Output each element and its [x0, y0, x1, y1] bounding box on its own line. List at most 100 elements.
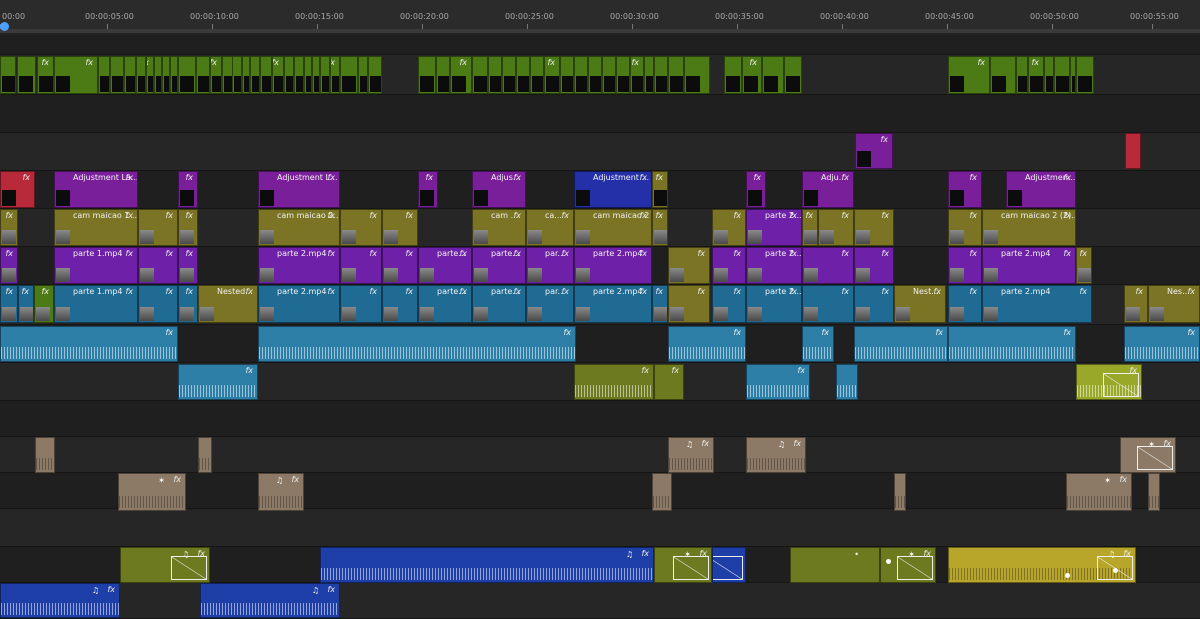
keyframe-dot[interactable]: [1065, 573, 1070, 578]
timeline-clip[interactable]: [368, 56, 382, 94]
timeline-clip[interactable]: fx: [948, 247, 982, 284]
fade-keyframe-graph[interactable]: [897, 556, 933, 580]
audio-clip[interactable]: [836, 364, 858, 400]
audio-clip[interactable]: fx: [0, 326, 178, 362]
fade-keyframe-graph[interactable]: [171, 556, 207, 580]
timeline-clip[interactable]: [312, 56, 320, 94]
timeline-clip[interactable]: fx: [18, 285, 34, 323]
timeline-clip[interactable]: fx: [668, 247, 710, 284]
timeline-clip[interactable]: fx: [138, 285, 178, 323]
fade-keyframe-graph[interactable]: [1103, 373, 1139, 397]
timeline-clip[interactable]: cam ... fx: [472, 209, 526, 246]
timeline-clip[interactable]: [488, 56, 502, 94]
timeline-clip[interactable]: parte 1.mp4 fx: [54, 247, 138, 284]
timeline-clip[interactable]: [124, 56, 136, 94]
timeline-clip[interactable]: fx: [178, 247, 198, 284]
timeline-clip[interactable]: fx: [138, 247, 178, 284]
audio-clip[interactable]: fx: [668, 326, 746, 362]
audio-clip[interactable]: fx ♫: [668, 437, 714, 473]
timeline-clip[interactable]: [162, 56, 170, 94]
timeline-clip[interactable]: [250, 56, 260, 94]
timeline-clip[interactable]: parte 2.mp4 fx: [982, 247, 1076, 284]
audio-clip[interactable]: [894, 473, 906, 511]
playhead-handle[interactable]: [0, 22, 9, 31]
audio-clip[interactable]: [35, 437, 55, 473]
timeline-clip[interactable]: fx: [210, 56, 222, 94]
timeline-clip[interactable]: [418, 56, 436, 94]
timeline-clip[interactable]: Nes... fx: [1148, 285, 1200, 323]
timeline-clip[interactable]: fx: [340, 285, 382, 323]
audio-clip[interactable]: fx ✶: [118, 473, 186, 511]
timeline-clip[interactable]: fx: [178, 171, 198, 208]
timeline-clip[interactable]: fx: [802, 247, 854, 284]
audio-clip[interactable]: fx ♫: [948, 547, 1136, 583]
timeline-clip[interactable]: parte... fx: [472, 285, 526, 323]
timeline-clip[interactable]: [178, 56, 196, 94]
timeline-clip[interactable]: fx: [340, 209, 382, 246]
timeline-clip[interactable]: fx: [382, 285, 418, 323]
timeline-clip[interactable]: [340, 56, 358, 94]
timeline-clip[interactable]: parte 2.mp4 fx: [258, 285, 340, 323]
audio-clip[interactable]: fx: [574, 364, 654, 400]
keyframe-dot[interactable]: [886, 559, 891, 564]
timeline-clip[interactable]: [990, 56, 1016, 94]
timeline-clip[interactable]: par... fx: [526, 247, 574, 284]
timeline-clip[interactable]: parte 2... fx: [746, 285, 802, 323]
fade-keyframe-graph[interactable]: [713, 556, 743, 580]
timeline-clip[interactable]: fx: [712, 247, 746, 284]
timeline-clip[interactable]: ca... fx: [526, 209, 574, 246]
timeline-clip[interactable]: fx: [418, 171, 438, 208]
timeline-clip[interactable]: fx: [712, 209, 746, 246]
audio-clip[interactable]: fx ✶: [654, 547, 712, 583]
timeline-clip[interactable]: par... fx: [526, 285, 574, 323]
timeline-clip[interactable]: fx: [450, 56, 472, 94]
timeline-clip[interactable]: fx: [948, 209, 982, 246]
timeline-clip[interactable]: parte 1.mp4 fx: [54, 285, 138, 323]
timeline-clip[interactable]: [110, 56, 124, 94]
timeline-clip[interactable]: fx: [1076, 247, 1092, 284]
timeline-clip[interactable]: [1016, 56, 1028, 94]
fade-keyframe-graph[interactable]: [1137, 446, 1173, 470]
audio-clip[interactable]: [652, 473, 672, 511]
timeline-clip[interactable]: fx: [1028, 56, 1044, 94]
timeline-clip[interactable]: fx: [652, 171, 668, 208]
timeline-clip[interactable]: fx: [340, 247, 382, 284]
audio-clip[interactable]: fx ♫: [120, 547, 210, 583]
timeline-clip[interactable]: fx: [138, 209, 178, 246]
timeline-clip[interactable]: [260, 56, 272, 94]
timeline-clip[interactable]: [724, 56, 742, 94]
timeline-clip[interactable]: fx: [854, 247, 894, 284]
timeline-clip[interactable]: fx: [0, 285, 18, 323]
timeline-clip[interactable]: fx: [272, 56, 284, 94]
timeline-clip[interactable]: fx: [382, 209, 418, 246]
timeline-clip[interactable]: [1044, 56, 1054, 94]
timeline-clip[interactable]: [232, 56, 242, 94]
timeline-clip[interactable]: [304, 56, 312, 94]
timeline-clip[interactable]: parte... fx: [418, 247, 472, 284]
timeline-clip[interactable]: [472, 56, 488, 94]
timeline-clip[interactable]: Adjus... fx: [472, 171, 526, 208]
audio-clip[interactable]: fx ✶: [1066, 473, 1132, 511]
audio-clip[interactable]: fx: [802, 326, 834, 362]
audio-clip[interactable]: [1148, 473, 1160, 511]
audio-clip[interactable]: fx: [1124, 326, 1200, 362]
timeline-clip[interactable]: [684, 56, 710, 94]
timeline-clip[interactable]: fx: [630, 56, 644, 94]
timeline-clip[interactable]: cam maicao 1 ... fx: [54, 209, 138, 246]
timeline-clip[interactable]: fx: [0, 247, 18, 284]
timeline-clip[interactable]: [1125, 133, 1141, 169]
timeline-clip[interactable]: fx: [652, 209, 668, 246]
timeline-clip[interactable]: [1076, 56, 1094, 94]
timeline-clip[interactable]: [294, 56, 304, 94]
timeline-clip[interactable]: fx: [802, 209, 818, 246]
audio-clip[interactable]: [712, 547, 746, 583]
timeline-clip[interactable]: [668, 56, 684, 94]
timeline-clip[interactable]: parte 2.mp4 fx: [982, 285, 1092, 323]
audio-clip[interactable]: fx: [258, 326, 576, 362]
timeline-clip[interactable]: [574, 56, 588, 94]
timeline-clip[interactable]: fx: [34, 285, 54, 323]
timeline-clip[interactable]: fx: [54, 56, 98, 94]
timeline-clip[interactable]: Adjustment La... fx: [54, 171, 138, 208]
audio-clip[interactable]: [198, 437, 212, 473]
timeline-clip[interactable]: cam maicao 2 (2)... fx: [982, 209, 1076, 246]
